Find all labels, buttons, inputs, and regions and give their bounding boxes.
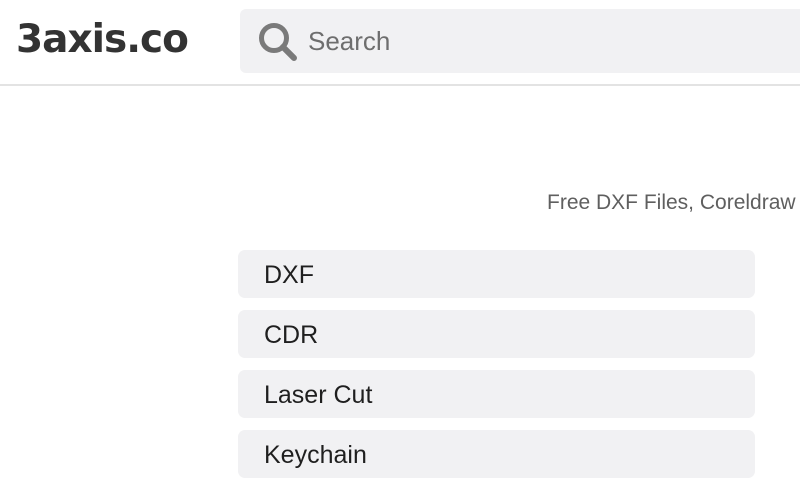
site-logo[interactable]: 3axis.co: [16, 13, 189, 67]
category-list: DXF CDR Laser Cut Keychain: [238, 250, 755, 490]
site-header: 3axis.co: [0, 0, 800, 86]
site-tagline: Free DXF Files, Coreldraw: [547, 191, 796, 214]
category-item-cdr[interactable]: CDR: [238, 310, 755, 358]
category-item-dxf[interactable]: DXF: [238, 250, 755, 298]
category-item-laser-cut[interactable]: Laser Cut: [238, 370, 755, 418]
category-label: Keychain: [264, 441, 367, 469]
category-label: CDR: [264, 321, 319, 349]
search-icon[interactable]: [256, 20, 300, 64]
category-item-keychain[interactable]: Keychain: [238, 430, 755, 478]
category-label: DXF: [264, 261, 314, 289]
category-label: Laser Cut: [264, 381, 373, 409]
search-input[interactable]: [308, 9, 788, 73]
search-bar[interactable]: [240, 9, 800, 73]
